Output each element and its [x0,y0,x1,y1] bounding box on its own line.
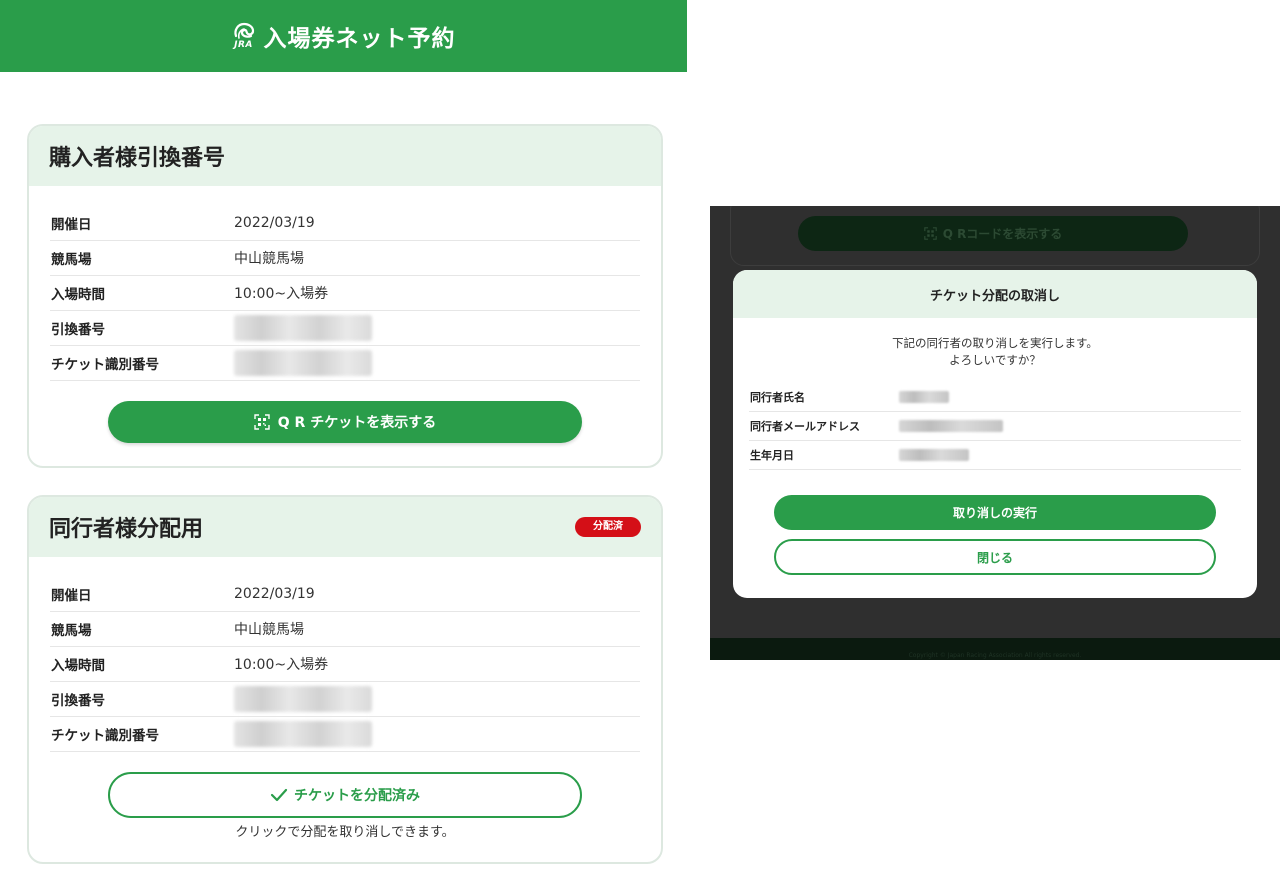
modal-overlay: Q Rコードを表示する Copyright © Japan Racing Ass… [710,206,1280,660]
dialog-title: チケット分配の取消し [733,270,1257,318]
jra-logo: JRA [232,22,256,50]
background-qr-button: Q Rコードを表示する [798,216,1188,251]
redacted-value [899,449,969,461]
row-label: 競馬場 [51,252,92,268]
row-value: 2022/03/19 [234,215,315,231]
row-label: 競馬場 [51,623,92,639]
redacted-value [234,315,372,341]
info-row-racecourse: 競馬場 中山競馬場 [50,612,640,647]
redacted-value [899,420,1003,432]
ticket-distributed-button[interactable]: チケットを分配済み [108,772,582,818]
row-label: 開催日 [51,588,92,604]
redacted-value [234,350,372,376]
qr-code-icon [923,227,937,240]
companion-detail-list: 同行者氏名 同行者メールアドレス 生年月日 [733,369,1257,470]
row-label: 引換番号 [51,322,105,338]
row-label: 同行者氏名 [750,391,805,404]
redacted-value [899,391,949,403]
row-label: 入場時間 [51,658,105,674]
dialog-message: 下記の同行者の取り消しを実行します。 よろしいですか？ [733,335,1257,369]
companion-info-list: 開催日 2022/03/19 競馬場 中山競馬場 入場時間 10:00~入場券 … [29,557,661,752]
app-header: JRA 入場券ネット予約 [0,0,687,72]
row-value: 10:00~入場券 [234,657,329,673]
checkmark-icon [270,788,288,802]
redacted-value [234,721,372,747]
show-qr-ticket-button[interactable]: Q R チケットを表示する [108,401,582,443]
row-value: 2022/03/19 [234,586,315,602]
confirm-cancel-button[interactable]: 取り消しの実行 [774,495,1216,530]
row-value: 10:00~入場券 [234,286,329,302]
dialog-message-line-2: よろしいですか？ [949,353,1041,367]
row-label: チケット識別番号 [51,357,159,373]
horse-logo-icon [233,22,254,39]
purchaser-card: 購入者様引換番号 開催日 2022/03/19 競馬場 中山競馬場 入場時間 1… [27,124,663,468]
row-value: 中山競馬場 [234,622,304,638]
purchaser-card-header: 購入者様引換番号 [29,126,661,186]
info-row-entry-time: 入場時間 10:00~入場券 [50,276,640,311]
background-qr-label: Q Rコードを表示する [942,227,1063,241]
info-row-date: 開催日 2022/03/19 [50,577,640,612]
redacted-value [234,686,372,712]
status-badge: 分配済 [575,517,641,537]
row-label: 引換番号 [51,693,105,709]
info-row-racecourse: 競馬場 中山競馬場 [50,241,640,276]
row-label: 生年月日 [750,449,794,462]
detail-row-name: 同行者氏名 [749,383,1241,412]
background-footer: Copyright © Japan Racing Association All… [710,638,1280,660]
info-row-exchange-number: 引換番号 [50,311,640,346]
row-value: 中山競馬場 [234,251,304,267]
companion-card: 同行者様分配用 分配済 開催日 2022/03/19 競馬場 中山競馬場 入場時… [27,495,663,864]
ticket-distributed-label: チケットを分配済み [294,788,420,804]
row-label: 同行者メールアドレス [750,420,860,433]
companion-card-title: 同行者様分配用 [49,517,204,542]
info-row-ticket-id: チケット識別番号 [50,717,640,752]
row-label: チケット識別番号 [51,728,159,744]
dialog-message-line-1: 下記の同行者の取り消しを実行します。 [892,336,1098,350]
detail-row-email: 同行者メールアドレス [749,412,1241,441]
show-qr-ticket-label: Q R チケットを表示する [277,415,437,431]
info-row-entry-time: 入場時間 10:00~入場券 [50,647,640,682]
purchaser-info-list: 開催日 2022/03/19 競馬場 中山競馬場 入場時間 10:00~入場券 … [29,186,661,381]
page-title: 入場券ネット予約 [263,26,456,52]
detail-row-birthdate: 生年月日 [749,441,1241,470]
cancel-helper-text: クリックで分配を取り消しできます。 [235,825,455,840]
close-dialog-button[interactable]: 閉じる [774,539,1216,575]
info-row-exchange-number: 引換番号 [50,682,640,717]
info-row-date: 開催日 2022/03/19 [50,206,640,241]
companion-card-header: 同行者様分配用 分配済 [29,497,661,557]
qr-code-icon [254,414,270,430]
row-label: 開催日 [51,217,92,233]
purchaser-card-title: 購入者様引換番号 [49,146,226,171]
row-label: 入場時間 [51,287,105,303]
cancel-distribution-dialog: チケット分配の取消し 下記の同行者の取り消しを実行します。 よろしいですか？ 同… [733,270,1257,598]
logo-text: JRA [234,40,253,50]
info-row-ticket-id: チケット識別番号 [50,346,640,381]
